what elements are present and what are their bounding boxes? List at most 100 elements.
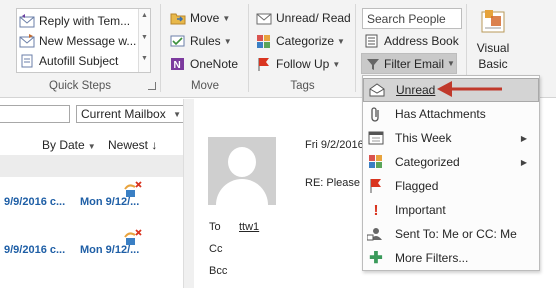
menu-item-label: This Week: [395, 131, 452, 145]
plus-icon: ✚: [369, 250, 383, 267]
arrow-down-icon: ↓: [151, 138, 158, 152]
chevron-down-icon: ▼: [337, 36, 345, 46]
sort-bar: By Date ▼ Newest ↓: [0, 133, 194, 155]
quick-step-autofill-subject[interactable]: Autofill Subject: [19, 51, 118, 71]
submenu-arrow-icon: ▶: [520, 133, 527, 143]
chevron-down-icon: ▼: [87, 142, 96, 151]
menu-item-has-attachments[interactable]: Has Attachments: [363, 102, 539, 126]
follow-up-label: Follow Up: [276, 57, 330, 71]
categorize-label: Categorize: [276, 34, 335, 48]
unread-read-button[interactable]: Unread/ Read: [256, 8, 351, 28]
menu-item-label: Sent To: Me or CC: Me: [395, 227, 517, 241]
move-button[interactable]: Move ▼: [170, 8, 230, 28]
envelope-open-icon: [369, 83, 385, 97]
move-label: Move: [190, 11, 220, 25]
filter-email-button[interactable]: Filter Email ▼: [361, 53, 457, 74]
address-book-button[interactable]: Address Book: [364, 31, 459, 51]
more-icon[interactable]: ▼: [141, 55, 148, 62]
group-divider: [355, 4, 356, 92]
group-label-move: Move: [190, 80, 220, 92]
category-grid-icon: [369, 155, 382, 168]
quick-step-new-message[interactable]: New Message w...: [19, 31, 136, 51]
cc-label: Cc: [209, 243, 223, 255]
flag-icon: [258, 58, 269, 71]
dialog-launcher-icon[interactable]: [148, 82, 156, 90]
chevron-down-icon: ▼: [223, 36, 232, 46]
list-item[interactable]: 9/9/2016 c... Mon 9/12/...: [0, 181, 194, 211]
search-scope-row: Current Mailbox ▼: [0, 105, 194, 123]
quick-step-reply-template[interactable]: Reply with Tem...: [19, 11, 130, 31]
envelope-icon: [256, 13, 272, 25]
quick-step-label: Autofill Subject: [39, 54, 119, 68]
mail-date-left: 9/9/2016 c...: [4, 196, 66, 208]
mail-date-right: Mon 9/12/...: [80, 196, 140, 208]
visual-basic-icon: [481, 10, 505, 33]
scroll-up-icon[interactable]: ▲: [141, 12, 148, 19]
group-label-tags: Tags: [290, 80, 315, 92]
menu-item-label: Has Attachments: [395, 107, 486, 121]
submenu-arrow-icon: ▶: [520, 157, 527, 167]
rules-label: Rules: [190, 34, 221, 48]
reply-envelope-icon: [19, 14, 35, 28]
person-card-icon: [367, 228, 382, 241]
unread-read-label: Unread/ Read: [276, 11, 351, 25]
sort-order-button[interactable]: Newest ↓: [108, 138, 157, 152]
quick-steps-gallery: Reply with Tem... New Message w... Autof…: [16, 8, 151, 73]
onenote-icon: N: [171, 58, 184, 71]
mailbox-scope-value: Current Mailbox: [81, 107, 166, 121]
follow-up-button[interactable]: Follow Up ▼: [256, 54, 340, 74]
sort-order-label: Newest: [108, 138, 149, 152]
mailbox-scope-select[interactable]: Current Mailbox ▼: [76, 105, 186, 123]
menu-item-important[interactable]: ! Important: [363, 198, 539, 222]
menu-item-flagged[interactable]: Flagged: [363, 174, 539, 198]
address-book-label: Address Book: [384, 34, 459, 48]
rules-icon: [170, 35, 185, 47]
message-list-scrollbar[interactable]: [183, 99, 194, 288]
group-label-quick-steps: Quick Steps: [49, 80, 111, 92]
annotation-arrow-icon: [437, 81, 502, 97]
mail-date-right: Mon 9/12/...: [80, 244, 140, 256]
list-group-header: [0, 155, 194, 177]
visual-basic-label-line1: Visual: [476, 41, 510, 55]
group-divider: [248, 4, 249, 92]
menu-item-label: Categorized: [395, 155, 460, 169]
filter-email-menu: Unread Has Attachments This Week ▶ Categ…: [362, 75, 540, 271]
onenote-label: OneNote: [190, 57, 239, 71]
chevron-down-icon: ▼: [447, 59, 455, 68]
to-recipient[interactable]: ttw1: [239, 221, 259, 233]
menu-item-label: Important: [395, 203, 446, 217]
mail-date-left: 9/9/2016 c...: [4, 244, 66, 256]
to-label: To: [209, 221, 221, 233]
menu-item-label: Unread: [396, 83, 436, 97]
sort-by-button[interactable]: By Date ▼: [42, 138, 96, 152]
menu-item-more-filters[interactable]: ✚ More Filters...: [363, 246, 539, 270]
sort-by-label: By Date: [42, 138, 85, 152]
list-item[interactable]: 9/9/2016 c... Mon 9/12/...: [0, 229, 194, 259]
person-silhouette-icon: [228, 147, 256, 177]
menu-item-label: Flagged: [395, 179, 439, 193]
categorize-button[interactable]: Categorize ▼: [256, 31, 345, 51]
search-mailbox-input[interactable]: [0, 105, 70, 123]
person-silhouette-body: [216, 179, 268, 205]
rules-button[interactable]: Rules ▼: [170, 31, 232, 51]
new-mail-icon: [19, 34, 35, 48]
menu-item-label: More Filters...: [395, 251, 469, 265]
visual-basic-label-line2: Basic: [478, 57, 508, 71]
message-subject: RE: Please c: [305, 177, 369, 189]
sender-avatar: [208, 137, 276, 205]
visual-basic-button[interactable]: Visual Basic: [472, 8, 514, 71]
menu-item-sent-to-me[interactable]: Sent To: Me or CC: Me: [363, 222, 539, 246]
svg-text:N: N: [174, 60, 181, 71]
quick-step-label: Reply with Tem...: [39, 14, 131, 28]
calendar-icon: [368, 131, 384, 145]
quick-steps-scrollbar[interactable]: ▲ ▼ ▼: [138, 9, 150, 72]
menu-item-this-week[interactable]: This Week ▶: [363, 126, 539, 150]
document-icon: [21, 54, 33, 68]
group-divider: [160, 4, 161, 92]
message-list-pane: Current Mailbox ▼ By Date ▼ Newest ↓ 9/9/…: [0, 99, 194, 288]
menu-item-categorized[interactable]: Categorized ▶: [363, 150, 539, 174]
scroll-down-icon[interactable]: ▼: [141, 34, 148, 41]
categorize-icon: [257, 35, 270, 48]
search-people-input[interactable]: Search People: [362, 8, 462, 29]
onenote-button[interactable]: N OneNote: [170, 54, 238, 74]
